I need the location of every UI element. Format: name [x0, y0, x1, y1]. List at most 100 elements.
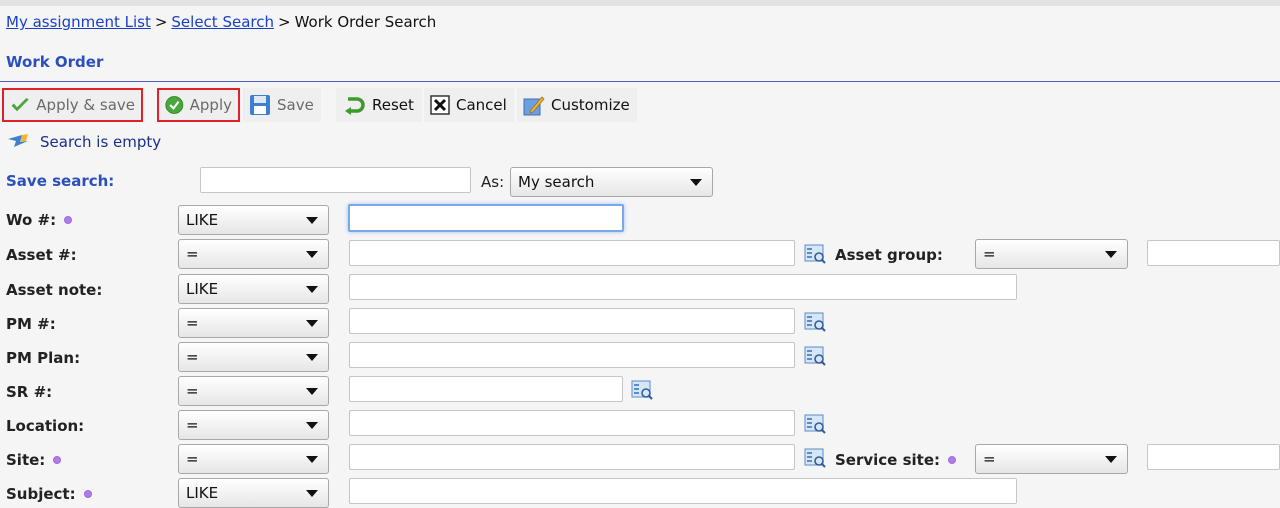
operator-value: =: [186, 450, 199, 468]
service-site-input[interactable]: [1147, 444, 1280, 470]
asset-note-input[interactable]: [349, 274, 1017, 300]
save-search-input[interactable]: [200, 167, 471, 193]
reset-button[interactable]: Reset: [336, 88, 422, 122]
field-label-site: Site:: [6, 451, 62, 469]
save-as-select-value: My search: [518, 173, 595, 191]
operator-value: =: [186, 314, 199, 332]
field-label-pm-number: PM #:: [6, 315, 56, 333]
asset-group-input[interactable]: [1147, 240, 1280, 266]
pm-number-operator-select[interactable]: =: [178, 308, 329, 338]
search-status-text: Search is empty: [40, 133, 162, 151]
chevron-down-icon: [306, 319, 318, 327]
floppy-disk-icon: [250, 95, 270, 115]
pm-plan-input[interactable]: [349, 342, 795, 368]
apply-label: Apply: [189, 96, 232, 114]
field-label-wo-number: Wo #:: [6, 211, 73, 229]
field-label-service-site: Service site:: [835, 451, 956, 469]
location-operator-select[interactable]: =: [178, 410, 329, 440]
breadcrumb-my-assignment-list[interactable]: My assignment List: [6, 13, 151, 31]
subject-input[interactable]: [349, 478, 1017, 504]
field-label-pm-plan: PM Plan:: [6, 349, 81, 367]
operator-value: =: [186, 245, 199, 263]
breadcrumb-select-search[interactable]: Select Search: [171, 13, 274, 31]
chevron-down-icon: [306, 250, 318, 258]
search-status-flag-icon: [8, 134, 28, 147]
field-label-text: Site:: [6, 451, 46, 469]
operator-value: LIKE: [186, 484, 219, 502]
site-input[interactable]: [349, 444, 795, 470]
save-button[interactable]: Save: [243, 88, 321, 122]
checkmark-icon: [11, 97, 29, 112]
asset-number-input[interactable]: [349, 240, 795, 266]
field-label-sr-number: SR #:: [6, 383, 53, 401]
field-label-text: Wo #:: [6, 211, 57, 229]
asset-group-operator-select[interactable]: =: [975, 239, 1128, 269]
pm-plan-operator-select[interactable]: =: [178, 342, 329, 372]
customize-pencil-icon: [523, 96, 545, 116]
customize-button[interactable]: Customize: [517, 88, 637, 122]
field-label-text: Subject:: [6, 485, 76, 503]
pm-number-input[interactable]: [349, 308, 795, 334]
location-input[interactable]: [349, 410, 795, 436]
chevron-down-icon: [1105, 455, 1117, 463]
wo-number-input[interactable]: [348, 204, 624, 232]
pm-plan-lookup-icon[interactable]: [804, 345, 826, 367]
chevron-down-icon: [1105, 250, 1117, 258]
sr-number-lookup-icon[interactable]: [631, 379, 653, 401]
top-strip: [0, 0, 1280, 6]
location-lookup-icon[interactable]: [804, 413, 826, 435]
asset-number-lookup-icon[interactable]: [804, 243, 826, 265]
service-site-operator-select[interactable]: =: [975, 444, 1128, 474]
sr-number-input[interactable]: [349, 376, 623, 402]
save-as-label: As:: [481, 173, 505, 191]
required-dot-icon: [64, 216, 73, 224]
breadcrumb-current: Work Order Search: [294, 13, 437, 31]
save-search-label: Save search:: [6, 172, 115, 190]
operator-value: LIKE: [186, 280, 219, 298]
asset-number-operator-select[interactable]: =: [178, 239, 329, 269]
section-divider: [0, 81, 1280, 82]
required-dot-icon: [53, 456, 62, 464]
field-label-location: Location:: [6, 417, 85, 435]
asset-note-operator-select[interactable]: LIKE: [178, 274, 329, 304]
subject-operator-select[interactable]: LIKE: [178, 478, 329, 508]
save-as-select[interactable]: My search: [510, 167, 713, 197]
field-label-asset-note: Asset note:: [6, 281, 103, 299]
apply-and-save-label: Apply & save: [36, 96, 135, 114]
reset-arrow-icon: [345, 97, 365, 115]
check-circle-icon: [165, 96, 184, 114]
field-label-subject: Subject:: [6, 485, 92, 503]
apply-button[interactable]: Apply: [157, 88, 240, 122]
breadcrumb-separator: >: [277, 13, 291, 31]
operator-value: =: [983, 450, 996, 468]
chevron-down-icon: [306, 455, 318, 463]
chevron-down-icon: [306, 285, 318, 293]
cancel-button[interactable]: Cancel: [424, 88, 514, 122]
operator-value: =: [983, 245, 996, 263]
chevron-down-icon: [306, 353, 318, 361]
cancel-label: Cancel: [456, 96, 507, 114]
chevron-down-icon: [690, 178, 702, 186]
customize-label: Customize: [551, 96, 630, 114]
apply-and-save-button[interactable]: Apply & save: [2, 88, 143, 122]
operator-value: =: [186, 416, 199, 434]
chevron-down-icon: [306, 421, 318, 429]
field-label-asset-number: Asset #:: [6, 246, 77, 264]
cancel-x-icon: [430, 95, 450, 115]
chevron-down-icon: [306, 387, 318, 395]
operator-value: =: [186, 382, 199, 400]
operator-value: LIKE: [186, 211, 219, 229]
chevron-down-icon: [306, 216, 318, 224]
save-label: Save: [277, 96, 314, 114]
required-dot-icon: [83, 490, 92, 498]
site-lookup-icon[interactable]: [804, 447, 826, 469]
field-label-text: Service site:: [835, 451, 940, 469]
field-label-asset-group: Asset group:: [835, 246, 943, 264]
site-operator-select[interactable]: =: [178, 444, 329, 474]
reset-label: Reset: [372, 96, 414, 114]
breadcrumb: My assignment List > Select Search > Work Or…: [6, 13, 436, 31]
wo-number-operator-select[interactable]: LIKE: [178, 205, 329, 235]
sr-number-operator-select[interactable]: =: [178, 376, 329, 406]
chevron-down-icon: [306, 489, 318, 497]
pm-number-lookup-icon[interactable]: [804, 311, 826, 333]
